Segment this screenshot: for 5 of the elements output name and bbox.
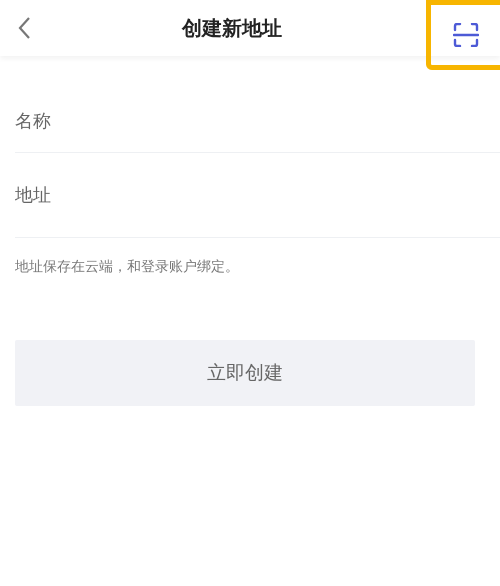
page-title: 创建新地址 (182, 14, 282, 42)
back-icon (17, 16, 31, 40)
scan-icon (452, 23, 478, 47)
scan-button[interactable] (426, 0, 500, 70)
storage-note: 地址保存在云端，和登录账户绑定。 (15, 258, 240, 276)
